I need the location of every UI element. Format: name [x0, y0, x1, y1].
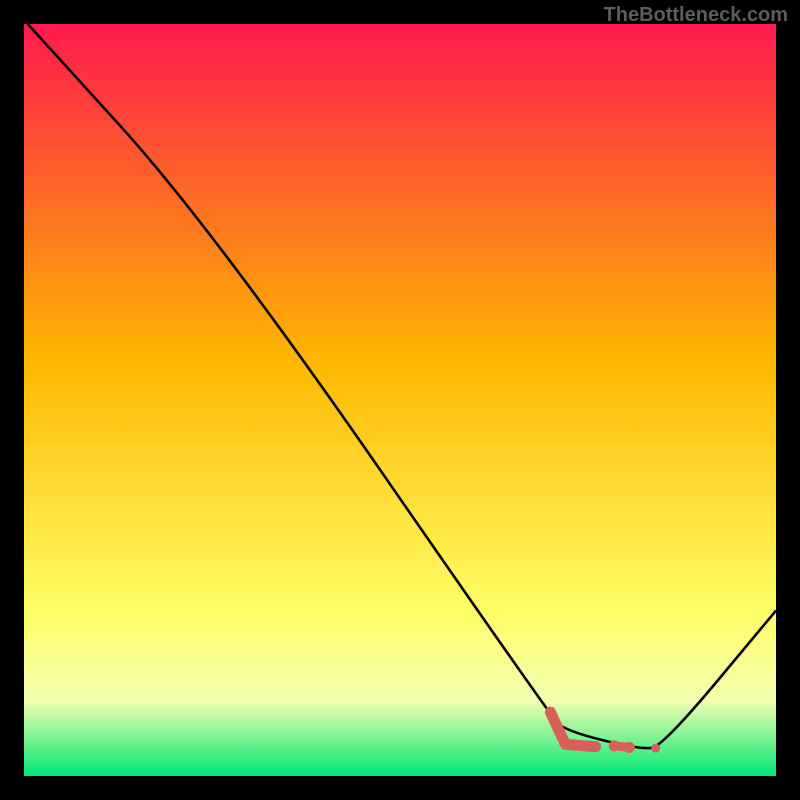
- chart-area: [24, 24, 776, 776]
- highlight-dot: [624, 742, 635, 753]
- chart-svg: [24, 24, 776, 776]
- chart-background: [24, 24, 776, 776]
- highlight-dot: [651, 744, 660, 753]
- watermark-text: TheBottleneck.com: [604, 4, 788, 27]
- highlight-dot: [609, 740, 620, 751]
